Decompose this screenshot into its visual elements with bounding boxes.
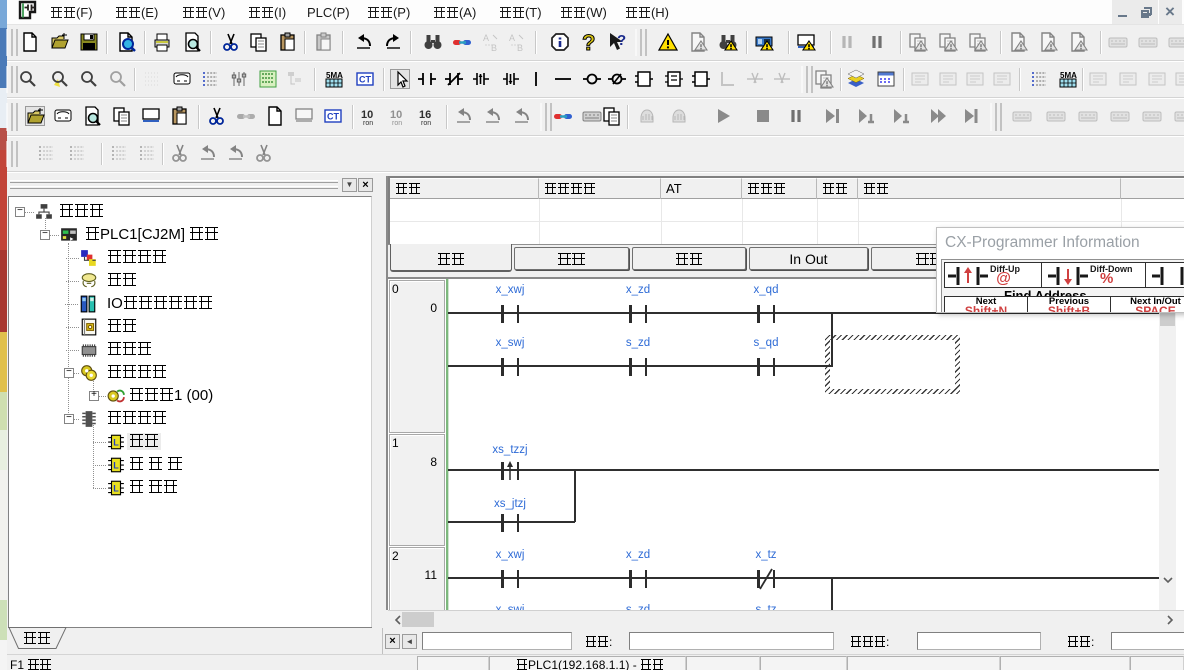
svg-text:L: L: [113, 483, 119, 493]
svg-text:ron: ron: [392, 120, 402, 126]
svg-text:CT: CT: [359, 75, 371, 85]
svg-text:CT: CT: [327, 112, 339, 122]
svg-text:?: ?: [617, 32, 626, 49]
svg-text:L: L: [113, 460, 119, 470]
svg-text:ron: ron: [421, 120, 431, 126]
svg-text:B: B: [517, 43, 523, 52]
svg-text:B: B: [491, 43, 497, 52]
svg-text:L: L: [113, 437, 119, 447]
svg-text:?: ?: [582, 32, 595, 52]
svg-text:ron: ron: [363, 120, 373, 126]
svg-text:A: A: [509, 33, 515, 43]
svg-text:A: A: [483, 33, 489, 43]
